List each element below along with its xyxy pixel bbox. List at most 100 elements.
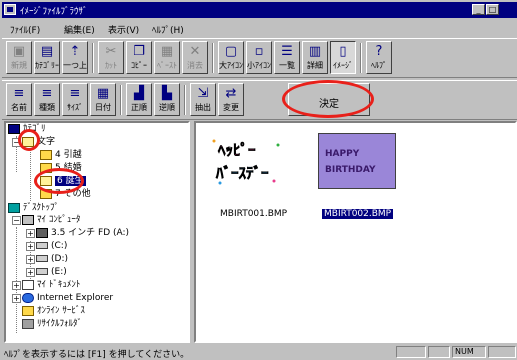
thumbnail-mbirt002[interactable]: HAPPY BIRTHDAY [318, 133, 396, 189]
large-icons-label: 大ｱｲｺﾝ [219, 61, 243, 70]
paste-button[interactable]: ▦ ﾍﾟｰｽﾄ [154, 41, 180, 74]
tree-item-moving[interactable]: 4 引越 [40, 149, 82, 162]
tree-item-category[interactable]: ｶﾃｺﾞﾘ [8, 123, 46, 136]
menu-view[interactable]: 表示(V) [108, 23, 139, 36]
tree-item-label: (D:) [51, 254, 68, 264]
tree-connector [30, 149, 31, 201]
title-bar[interactable]: ｲﾒｰｼﾞﾌｧｲﾙﾌﾞﾗｳｻﾞ _ □ [2, 2, 517, 18]
delete-button[interactable]: ✕ 消去 [182, 41, 208, 74]
image-view-panel[interactable]: ﾍｯﾋﾟｰ ﾊﾞｰｽﾃﾞｰ MBIRT001.BMP HAPPY BIRTHDA… [194, 121, 517, 343]
tree-item-label: 7 その他 [55, 189, 91, 199]
descending-button[interactable]: ▙ 逆順 [154, 83, 180, 116]
new-label: 新規 [11, 61, 27, 70]
tree-item-birthday[interactable]: 6 誕生 [40, 175, 86, 188]
tree-item-my-computer[interactable]: ﾏｲ ｺﾝﾋﾟｭｰﾀ [22, 214, 80, 227]
collapse-toggle[interactable]: − [12, 216, 21, 225]
toolbar-separator [92, 43, 94, 73]
sort-date-icon: ▦ [96, 86, 110, 101]
tree-item-label: (E:) [51, 267, 67, 277]
change-button[interactable]: ⇄ 変更 [218, 83, 244, 116]
tree-item-internet-explorer[interactable]: Internet Explorer [22, 292, 113, 305]
decide-button[interactable]: 決定 [288, 83, 370, 116]
descending-icon: ▙ [162, 86, 172, 101]
expand-toggle[interactable]: + [12, 281, 21, 290]
collapse-toggle[interactable]: − [12, 138, 21, 147]
delete-label: 消去 [187, 61, 203, 70]
menu-bar: ﾌｧｲﾙ(F) 編集(E) 表示(V) ﾍﾙﾌﾟ(H) [2, 20, 517, 36]
sort-type-button[interactable]: ≡ 種類 [34, 83, 60, 116]
cut-button[interactable]: ✂ ｶｯﾄ [98, 41, 124, 74]
extract-button[interactable]: ⇲ 抽出 [190, 83, 216, 116]
category-icon: ▤ [40, 44, 54, 59]
tree-connector [16, 227, 17, 333]
file-name-mbirt002[interactable]: MBIRT002.BMP [322, 209, 394, 219]
up-one-level-button[interactable]: ⇡ 一つ上 [62, 41, 88, 74]
expand-toggle[interactable]: + [26, 229, 35, 238]
copy-button[interactable]: ❐ ｺﾋﾟｰ [126, 41, 152, 74]
expand-toggle[interactable]: + [26, 268, 35, 277]
tree-item-floppy[interactable]: 3.5 インチ FD (A:) [36, 227, 129, 240]
category-tree[interactable]: ｶﾃｺﾞﾘ − 文字 4 引越 5 結婚 6 誕生 7 その他 ﾃﾞｽｸﾄｯﾌﾟ… [4, 121, 190, 343]
status-pane [488, 346, 516, 358]
menu-file[interactable]: ﾌｧｲﾙ(F) [10, 23, 40, 36]
sort-name-button[interactable]: ≡ 名前 [6, 83, 32, 116]
sort-name-label: 名前 [11, 103, 27, 112]
svg-text:HAPPY: HAPPY [325, 149, 360, 159]
window-title: ｲﾒｰｼﾞﾌｧｲﾙﾌﾞﾗｳｻﾞ [20, 7, 88, 17]
cut-icon: ✂ [105, 44, 117, 59]
online-services-icon [22, 305, 34, 316]
status-pane [428, 346, 450, 358]
menu-edit[interactable]: 編集(E) [64, 23, 95, 36]
tree-item-my-documents[interactable]: ﾏｲ ﾄﾞｷｭﾒﾝﾄ [22, 279, 80, 292]
tree-item-wedding[interactable]: 5 結婚 [40, 162, 82, 175]
details-view-button[interactable]: ▥ 詳細 [302, 41, 328, 74]
minimize-button[interactable]: _ [472, 4, 485, 15]
descending-label: 逆順 [159, 103, 175, 112]
image-view-button[interactable]: ▯ ｲﾒｰｼﾞ [330, 41, 356, 74]
expand-toggle[interactable]: + [12, 294, 21, 303]
small-icons-button[interactable]: ▫ 小ｱｲｺﾝ [246, 41, 272, 74]
svg-text:BIRTHDAY: BIRTHDAY [325, 165, 376, 175]
list-view-button[interactable]: ☰ 一覧 [274, 41, 300, 74]
new-icon: ▣ [12, 44, 26, 59]
up-folder-icon: ⇡ [69, 44, 81, 59]
sort-date-button[interactable]: ▦ 日付 [90, 83, 116, 116]
file-name-mbirt001[interactable]: MBIRT001.BMP [220, 209, 287, 219]
folder-icon [40, 149, 52, 160]
status-text: ﾍﾙﾌﾟを表示するには [F1] を押してください。 [4, 350, 190, 360]
image-view-label: ｲﾒｰｼﾞ [333, 61, 353, 70]
app-icon[interactable] [4, 4, 16, 15]
ascending-button[interactable]: ▟ 正順 [126, 83, 152, 116]
tree-item-online-services[interactable]: ｵﾝﾗｲﾝ ｻｰﾋﾞｽ [22, 305, 85, 318]
sort-size-button[interactable]: ≡ ｻｲｽﾞ [62, 83, 88, 116]
paste-label: ﾍﾟｰｽﾄ [157, 61, 177, 70]
category-root-icon [8, 123, 20, 134]
tree-item-label: ﾃﾞｽｸﾄｯﾌﾟ [23, 203, 60, 213]
tree-item-other[interactable]: 7 その他 [40, 188, 91, 201]
my-documents-icon [22, 279, 34, 290]
category-button[interactable]: ▤ ｶﾃｺﾞﾘｰ [34, 41, 60, 74]
tree-item-text[interactable]: 文字 [22, 136, 55, 149]
tree-item-label: 3.5 インチ FD (A:) [51, 228, 130, 238]
menu-help[interactable]: ﾍﾙﾌﾟ(H) [152, 23, 184, 36]
expand-toggle[interactable]: + [26, 242, 35, 251]
thumbnail-mbirt001[interactable]: ﾍｯﾋﾟｰ ﾊﾞｰｽﾃﾞｰ [208, 133, 286, 189]
drive-d-icon [36, 255, 48, 262]
category-label: ｶﾃｺﾞﾘｰ [35, 61, 59, 70]
large-icons-button[interactable]: ▢ 大ｱｲｺﾝ [218, 41, 244, 74]
toolbar-separator [120, 85, 122, 115]
expand-toggle[interactable]: + [26, 255, 35, 264]
tree-item-drive-d[interactable]: (D:) [36, 253, 68, 266]
tree-item-label: ｵﾝﾗｲﾝ ｻｰﾋﾞｽ [37, 306, 85, 316]
copy-label: ｺﾋﾟｰ [131, 61, 147, 70]
details-icon: ▥ [308, 44, 322, 59]
new-button[interactable]: ▣ 新規 [6, 41, 32, 74]
help-button[interactable]: ? ﾍﾙﾌﾟ [366, 41, 392, 74]
svg-text:ﾊﾞｰｽﾃﾞｰ: ﾊﾞｰｽﾃﾞｰ [215, 164, 269, 182]
maximize-button[interactable]: □ [486, 4, 499, 15]
tree-item-drive-e[interactable]: (E:) [36, 266, 67, 279]
tree-item-recycle-bin[interactable]: ﾘｻｲｸﾙﾌｫﾙﾀﾞ [22, 318, 82, 331]
change-label: 変更 [223, 103, 239, 112]
status-pane [396, 346, 426, 358]
tree-item-drive-c[interactable]: (C:) [36, 240, 67, 253]
